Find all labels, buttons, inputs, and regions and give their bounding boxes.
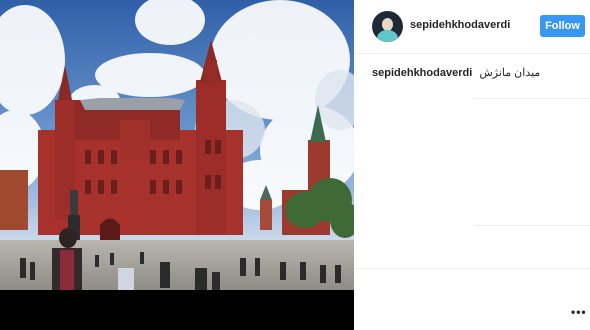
more-options-icon[interactable]: ••• xyxy=(571,305,587,319)
post-header: sepidehkhodaverdi Follow xyxy=(354,0,590,54)
caption-username[interactable]: sepidehkhodaverdi xyxy=(372,67,472,79)
caption-text: میدان مانژش xyxy=(479,67,541,79)
post-caption: sepidehkhodaverdi میدان مانژش xyxy=(372,66,540,79)
avatar-body xyxy=(377,30,398,42)
avatar[interactable] xyxy=(372,11,403,42)
comment-divider xyxy=(474,98,590,99)
post-sidebar: sepidehkhodaverdi Follow sepidehkhodaver… xyxy=(354,0,590,330)
actions-divider xyxy=(354,268,590,269)
post-modal: sepidehkhodaverdi Follow sepidehkhodaver… xyxy=(0,0,590,330)
post-photo[interactable] xyxy=(0,0,354,330)
red-square-photo xyxy=(0,0,354,330)
header-username[interactable]: sepidehkhodaverdi xyxy=(410,19,510,31)
follow-button[interactable]: Follow xyxy=(540,15,585,37)
comment-divider xyxy=(474,225,590,226)
